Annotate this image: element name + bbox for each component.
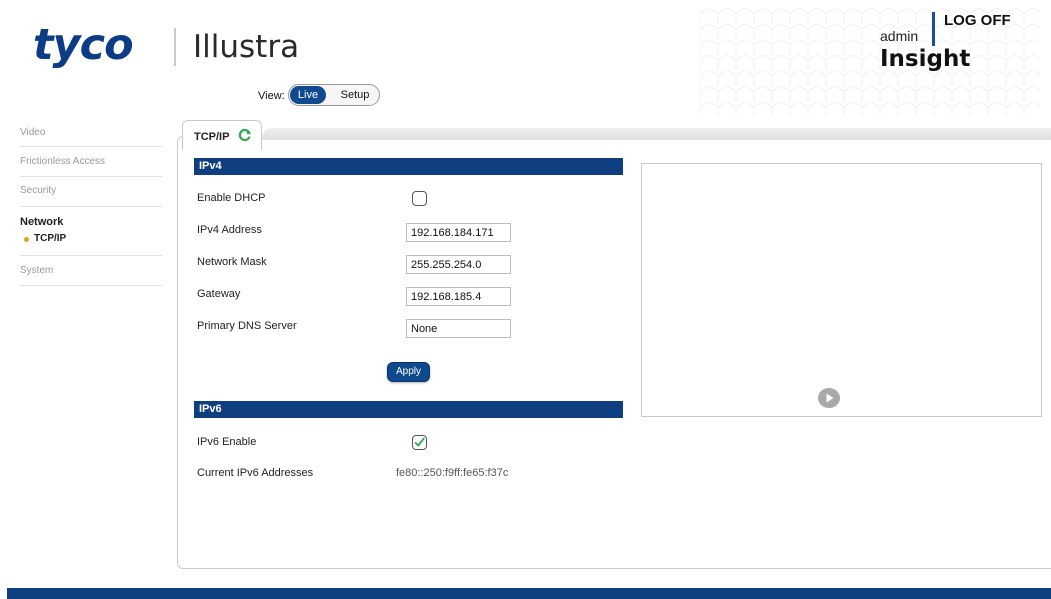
view-setup-button[interactable]: Setup <box>333 86 377 104</box>
view-live-button[interactable]: Live <box>290 86 326 104</box>
play-icon[interactable] <box>817 387 841 409</box>
video-preview <box>641 163 1042 417</box>
gateway-input[interactable] <box>406 287 511 306</box>
footer-bar <box>7 588 1051 599</box>
user-name: admin <box>880 28 919 44</box>
sidebar-divider <box>20 206 162 207</box>
insight-logo: Insight <box>880 46 971 72</box>
sidebar-divider <box>20 146 162 147</box>
logoff-link[interactable]: LOG OFF <box>944 12 1011 29</box>
tab-strip <box>262 128 1051 140</box>
enable-dhcp-checkbox[interactable] <box>412 191 427 206</box>
gateway-label: Gateway <box>197 288 241 300</box>
sidebar-item-system[interactable]: System <box>20 265 53 276</box>
ipv4-section-header: IPv4 <box>194 158 623 175</box>
tyco-logo: tyco <box>33 20 134 70</box>
ipv6-section-header: IPv6 <box>194 401 623 418</box>
sidebar-item-network[interactable]: Network <box>20 216 63 228</box>
sidebar-item-video[interactable]: Video <box>20 127 45 138</box>
primary-dns-input[interactable] <box>406 319 511 338</box>
network-mask-label: Network Mask <box>197 256 267 268</box>
tab-tcpip-label: TCP/IP <box>194 131 230 143</box>
illustra-title: Illustra <box>193 29 300 65</box>
sidebar-divider <box>20 285 162 286</box>
apply-button[interactable]: Apply <box>387 362 430 382</box>
ipv6-enable-label: IPv6 Enable <box>197 436 257 448</box>
view-label: View: <box>258 90 285 102</box>
sidebar-subitem-tcpip[interactable]: TCP/IP <box>34 233 66 244</box>
ipv4-address-label: IPv4 Address <box>197 224 262 236</box>
checkmark-icon <box>414 437 425 447</box>
sidebar-divider <box>20 255 162 256</box>
user-divider <box>932 12 935 46</box>
network-mask-input[interactable] <box>406 255 511 274</box>
ipv6-enable-checkbox[interactable] <box>412 435 427 450</box>
current-ipv6-label: Current IPv6 Addresses <box>197 467 314 479</box>
ipv4-address-input[interactable] <box>406 223 511 242</box>
brand-divider <box>174 28 176 66</box>
primary-dns-label: Primary DNS Server <box>197 320 297 332</box>
sidebar-item-security[interactable]: Security <box>20 185 56 196</box>
sidebar-divider <box>20 176 162 177</box>
current-ipv6-value: fe80::250:f9ff:fe65:f37c <box>396 467 509 479</box>
refresh-icon[interactable] <box>238 128 252 142</box>
enable-dhcp-label: Enable DHCP <box>197 192 266 204</box>
active-bullet-icon <box>24 237 29 242</box>
sidebar-item-frictionless-access[interactable]: Frictionless Access <box>20 156 105 167</box>
